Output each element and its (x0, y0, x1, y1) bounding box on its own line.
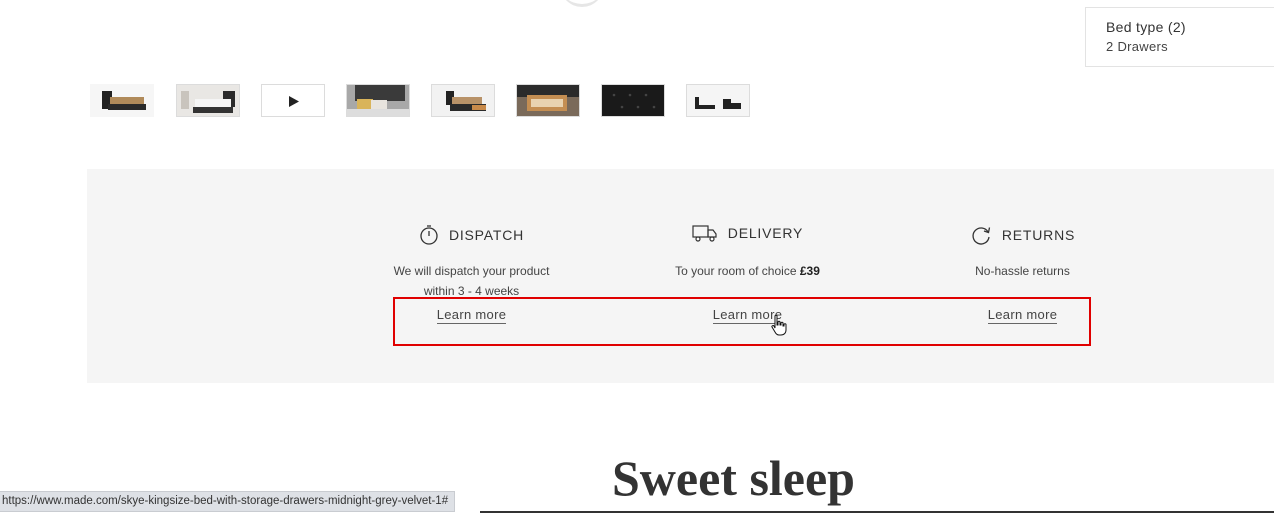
thumbnail-bed-front[interactable] (90, 84, 154, 117)
gallery-edge (560, 0, 604, 7)
returns-learn-more-link[interactable]: Learn more (987, 307, 1058, 324)
bed-type-value: 2 Drawers (1106, 39, 1168, 54)
delivery-description: To your room of choice £39 (675, 264, 820, 278)
stopwatch-icon (420, 225, 438, 245)
thumbnail-dimensions[interactable] (686, 84, 750, 117)
section-heading: Sweet sleep (612, 450, 855, 506)
bed-type-selector[interactable]: Bed type (2) 2 Drawers (1085, 7, 1274, 67)
hand-pointer-icon (771, 314, 787, 336)
returns-title: RETURNS (1001, 227, 1076, 243)
dispatch-learn-more-link[interactable]: Learn more (436, 307, 507, 324)
delivery-title: DELIVERY (727, 225, 804, 241)
delivery-price: £39 (799, 264, 820, 278)
play-icon (289, 96, 299, 107)
status-bar-url: https://www.made.com/skye-kingsize-bed-w… (0, 491, 456, 512)
thumbnail-video[interactable] (261, 84, 325, 117)
divider (480, 511, 1274, 513)
returns-description: No-hassle returns (975, 264, 1070, 278)
thumbnail-velvet-fabric[interactable] (601, 84, 665, 117)
thumbnail-bed-drawer-open[interactable] (431, 84, 495, 117)
thumbnail-bed-room[interactable] (176, 84, 240, 117)
refresh-icon (972, 227, 990, 245)
thumbnail-drawer-closeup[interactable] (516, 84, 580, 117)
thumbnail-headboard-detail[interactable] (346, 84, 410, 117)
bed-type-label: Bed type (2) (1106, 19, 1186, 35)
delivery-info-panel: DISPATCH We will dispatch your product w… (87, 169, 1274, 383)
truck-icon (692, 225, 717, 242)
dispatch-title: DISPATCH (448, 227, 525, 243)
dispatch-description: We will dispatch your product within 3 -… (393, 264, 550, 298)
